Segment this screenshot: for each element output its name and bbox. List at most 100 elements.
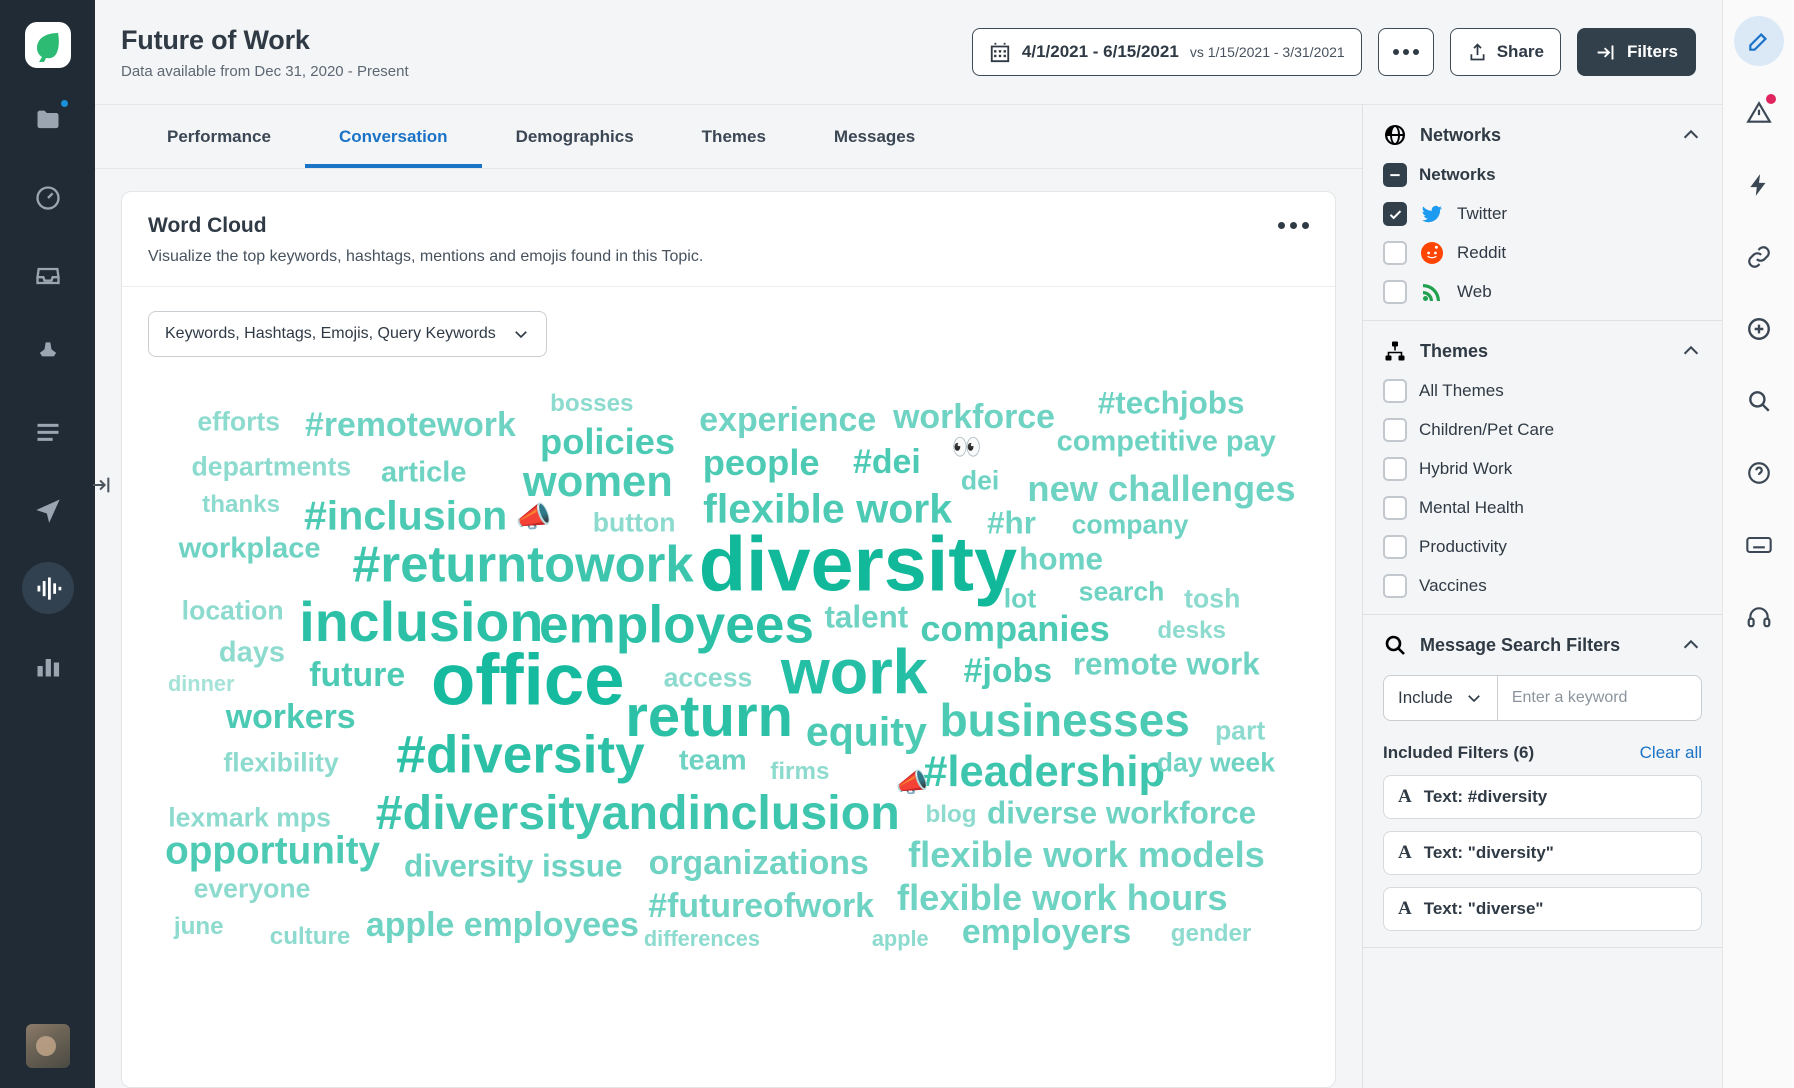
filters-button[interactable]: Filters bbox=[1576, 28, 1696, 76]
word-cloud-term[interactable]: office bbox=[431, 644, 624, 717]
word-cloud-term[interactable]: #inclusion bbox=[304, 495, 507, 537]
theme-row-productivity[interactable]: Productivity bbox=[1383, 535, 1702, 559]
included-filter-chip[interactable]: A Text: #diversity bbox=[1383, 775, 1702, 819]
word-cloud-term[interactable]: remote work bbox=[1073, 648, 1260, 680]
word-cloud-term[interactable]: talent bbox=[824, 601, 908, 633]
web-checkbox[interactable] bbox=[1383, 280, 1407, 304]
networks-group-checkbox[interactable] bbox=[1383, 163, 1407, 187]
date-range-picker[interactable]: 4/1/2021 - 6/15/2021 vs 1/15/2021 - 3/31… bbox=[971, 28, 1362, 76]
more-options-button[interactable] bbox=[1377, 28, 1434, 76]
message-search-collapse-icon[interactable] bbox=[1680, 634, 1702, 656]
word-cloud-term[interactable]: flexible work models bbox=[908, 836, 1265, 873]
word-type-select[interactable]: Keywords, Hashtags, Emojis, Query Keywor… bbox=[148, 311, 547, 357]
card-menu-button[interactable] bbox=[1278, 214, 1309, 229]
tab-performance[interactable]: Performance bbox=[133, 105, 305, 168]
rail-item-reports[interactable] bbox=[22, 640, 74, 692]
word-cloud-term[interactable]: bosses bbox=[550, 391, 633, 416]
tab-demographics[interactable]: Demographics bbox=[482, 105, 668, 168]
user-avatar[interactable] bbox=[25, 1024, 70, 1068]
word-cloud-term[interactable]: lot bbox=[1004, 586, 1037, 613]
theme-checkbox-productivity[interactable] bbox=[1383, 535, 1407, 559]
compose-button[interactable] bbox=[1733, 16, 1784, 66]
word-cloud-term[interactable]: search bbox=[1079, 578, 1165, 605]
link-button[interactable] bbox=[1734, 232, 1784, 282]
keyboard-shortcuts-button[interactable] bbox=[1734, 520, 1784, 570]
networks-collapse-icon[interactable] bbox=[1680, 124, 1702, 146]
word-cloud-term[interactable]: return bbox=[625, 688, 793, 746]
rail-item-inbox[interactable] bbox=[22, 250, 74, 302]
word-cloud-term[interactable]: flexibility bbox=[223, 749, 338, 776]
word-cloud-term[interactable]: apple bbox=[872, 928, 929, 951]
rail-item-listening[interactable] bbox=[21, 562, 74, 614]
word-cloud-term[interactable]: flexible work hours bbox=[897, 879, 1228, 916]
rail-item-list[interactable] bbox=[22, 406, 74, 458]
word-cloud-term[interactable]: organizations bbox=[649, 846, 869, 881]
theme-checkbox-all-themes[interactable] bbox=[1383, 379, 1407, 403]
rail-item-dashboard[interactable] bbox=[22, 172, 74, 224]
word-cloud-term[interactable]: new challenges bbox=[1027, 471, 1295, 508]
word-cloud-term[interactable]: firms bbox=[770, 759, 829, 784]
word-cloud-term[interactable]: #diversity bbox=[396, 728, 644, 781]
word-cloud-term[interactable]: access bbox=[664, 665, 753, 692]
word-cloud-term[interactable]: #remotework bbox=[305, 408, 516, 443]
alerts-button[interactable] bbox=[1734, 88, 1784, 138]
keyword-input[interactable] bbox=[1496, 675, 1702, 721]
include-exclude-select[interactable]: Include bbox=[1383, 675, 1497, 721]
word-cloud-term[interactable]: people bbox=[703, 444, 820, 481]
word-cloud-term[interactable]: companies bbox=[920, 611, 1109, 648]
word-cloud-term[interactable]: lexmark mps bbox=[168, 805, 331, 832]
rail-item-pin[interactable] bbox=[22, 328, 74, 380]
theme-row-mental-health[interactable]: Mental Health bbox=[1383, 496, 1702, 520]
word-cloud-term[interactable]: #leadership bbox=[923, 750, 1165, 795]
word-cloud-term[interactable]: part bbox=[1215, 717, 1265, 744]
theme-checkbox-vaccines[interactable] bbox=[1383, 574, 1407, 598]
themes-collapse-icon[interactable] bbox=[1680, 340, 1702, 362]
word-cloud-term[interactable]: employees bbox=[539, 598, 814, 651]
word-cloud-term[interactable]: article bbox=[381, 458, 467, 487]
theme-row-children-pet-care[interactable]: Children/Pet Care bbox=[1383, 418, 1702, 442]
word-cloud-term[interactable]: workers bbox=[226, 701, 356, 735]
word-cloud-term[interactable]: opportunity bbox=[165, 832, 380, 871]
word-cloud-term[interactable]: #hr bbox=[987, 507, 1036, 539]
word-cloud-term[interactable]: 📣 bbox=[516, 503, 552, 533]
word-cloud-term[interactable]: equity bbox=[806, 710, 927, 752]
word-cloud-term[interactable]: team bbox=[679, 746, 747, 775]
networks-group-row[interactable]: Networks bbox=[1383, 163, 1702, 187]
word-cloud-term[interactable]: #techjobs bbox=[1098, 387, 1245, 419]
word-cloud-term[interactable]: #jobs bbox=[964, 654, 1052, 689]
word-cloud-term[interactable]: apple employees bbox=[366, 908, 639, 943]
word-cloud-term[interactable]: women bbox=[523, 460, 673, 505]
collapse-rail-icon[interactable] bbox=[88, 472, 114, 498]
network-row-web[interactable]: Web bbox=[1383, 280, 1702, 304]
word-cloud-term[interactable]: departments bbox=[192, 454, 352, 481]
search-button[interactable] bbox=[1734, 376, 1784, 426]
word-cloud-term[interactable]: location bbox=[182, 597, 284, 624]
automation-button[interactable] bbox=[1734, 160, 1784, 210]
tab-messages[interactable]: Messages bbox=[800, 105, 949, 168]
word-cloud-term[interactable]: blog bbox=[926, 802, 977, 827]
theme-checkbox-children-pet-care[interactable] bbox=[1383, 418, 1407, 442]
word-cloud-term[interactable]: inclusion bbox=[299, 594, 543, 651]
twitter-checkbox[interactable] bbox=[1383, 202, 1407, 226]
word-cloud-term[interactable]: efforts bbox=[197, 408, 280, 435]
rail-item-publish[interactable] bbox=[22, 484, 74, 536]
network-row-twitter[interactable]: Twitter bbox=[1383, 202, 1702, 226]
word-cloud-term[interactable]: button bbox=[593, 509, 676, 536]
word-cloud-term[interactable]: home bbox=[1019, 543, 1103, 575]
word-cloud-term[interactable]: policies bbox=[540, 423, 675, 460]
theme-row-vaccines[interactable]: Vaccines bbox=[1383, 574, 1702, 598]
word-cloud-term[interactable]: everyone bbox=[194, 876, 311, 903]
word-cloud-term[interactable]: diverse workforce bbox=[987, 797, 1256, 829]
word-cloud-term[interactable]: days bbox=[219, 638, 285, 667]
word-cloud-term[interactable]: workplace bbox=[179, 534, 321, 564]
word-cloud-term[interactable]: thanks bbox=[202, 492, 280, 517]
app-logo-icon[interactable] bbox=[21, 18, 75, 72]
word-cloud-term[interactable]: company bbox=[1072, 512, 1189, 539]
word-cloud-term[interactable]: culture bbox=[270, 924, 351, 949]
included-filter-chip[interactable]: A Text: "diverse" bbox=[1383, 887, 1702, 931]
word-cloud-term[interactable]: day week bbox=[1157, 749, 1275, 776]
rail-item-folders[interactable] bbox=[22, 94, 74, 146]
word-cloud-term[interactable]: competitive pay bbox=[1057, 427, 1276, 456]
clear-all-button[interactable]: Clear all bbox=[1640, 743, 1702, 763]
word-cloud-term[interactable]: desks bbox=[1157, 618, 1226, 642]
